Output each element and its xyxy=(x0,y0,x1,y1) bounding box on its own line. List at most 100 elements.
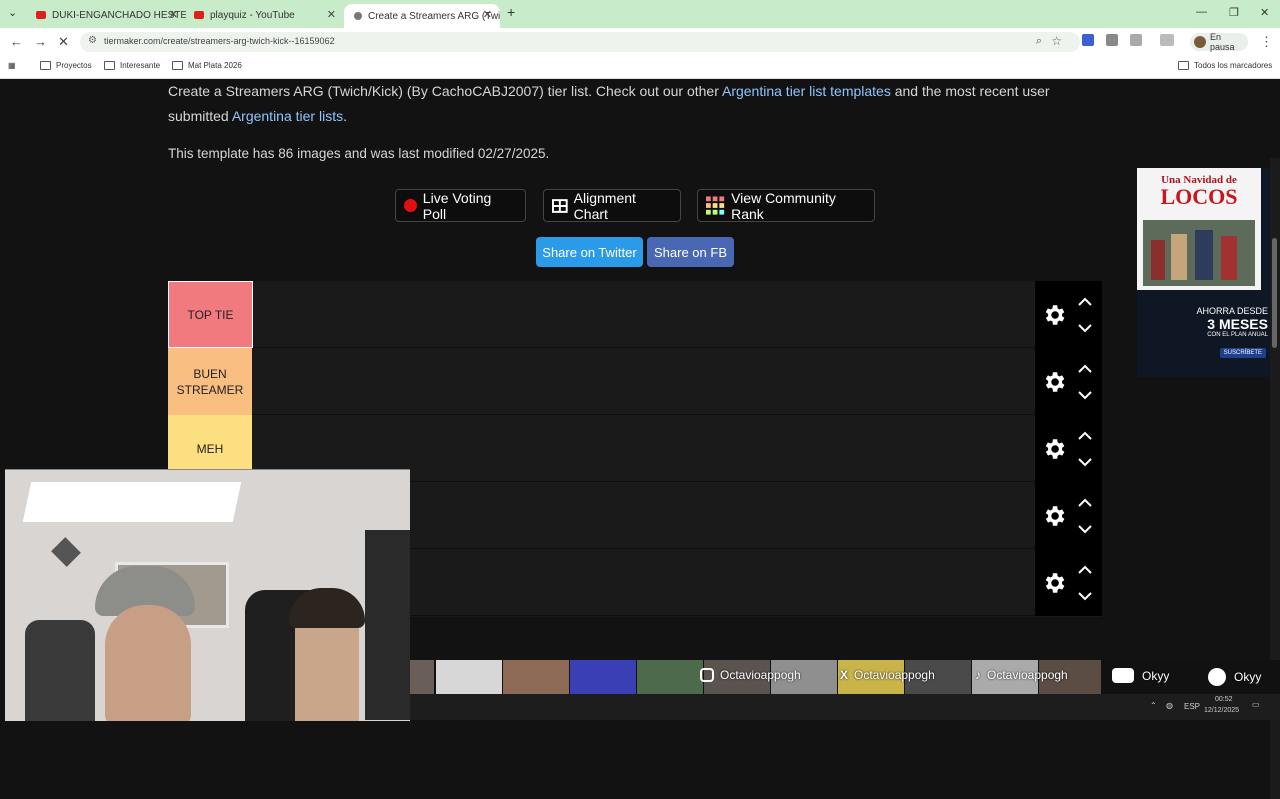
menu-icon[interactable]: ⋮ xyxy=(1260,34,1273,50)
all-bookmarks[interactable]: Todos los marcadores xyxy=(1178,61,1272,70)
back-icon[interactable]: ← xyxy=(10,34,23,49)
share-facebook-button[interactable]: Share on FB xyxy=(647,237,734,267)
gear-icon[interactable] xyxy=(1041,436,1067,462)
gear-icon[interactable] xyxy=(1041,369,1067,395)
alignment-chart-button[interactable]: Alignment Chart xyxy=(543,189,681,222)
advertisement[interactable]: Una Navidad de LOCOS AHORRA DESDE 3 MESE… xyxy=(1137,168,1270,377)
gear-icon[interactable] xyxy=(1041,302,1067,328)
close-tab-icon[interactable]: ✕ xyxy=(483,8,492,21)
chevron-down-icon[interactable] xyxy=(1077,323,1093,333)
tier-label[interactable]: TOP TIE xyxy=(168,281,253,348)
social-handle: Okyy xyxy=(1142,668,1170,683)
language-indicator[interactable]: ESP xyxy=(1184,702,1200,711)
ad-cta-button[interactable]: SUSCRÍBETE xyxy=(1219,348,1266,358)
spotify-icon xyxy=(1208,668,1226,686)
button-label: Share on Twitter xyxy=(542,244,637,260)
chevron-up-icon[interactable] xyxy=(1077,364,1093,374)
profile-button[interactable]: En pausa xyxy=(1190,32,1248,52)
gear-icon[interactable] xyxy=(1041,570,1067,596)
bookmark-proyectos[interactable]: Proyectos xyxy=(40,61,92,70)
social-handle: Octavioappogh xyxy=(854,668,935,682)
minimize-icon[interactable]: — xyxy=(1196,6,1207,18)
avatar xyxy=(1194,36,1206,48)
scrollbar-thumb[interactable] xyxy=(1272,238,1277,348)
youtube-icon xyxy=(36,11,46,19)
chevron-up-icon[interactable] xyxy=(1077,431,1093,441)
description-text: . xyxy=(343,108,347,124)
instagram-handle: Octavioappogh xyxy=(700,668,801,682)
tab-search-icon[interactable]: ⌄ xyxy=(8,6,17,19)
chevron-up-icon[interactable] xyxy=(1077,297,1093,307)
streamer-thumbnail[interactable] xyxy=(503,660,569,694)
streamer-thumbnail[interactable] xyxy=(436,660,502,694)
tiktok-icon: ♪ xyxy=(975,668,981,682)
extension-icon[interactable] xyxy=(1082,34,1094,46)
instagram-icon xyxy=(700,668,714,682)
gear-icon[interactable] xyxy=(1041,503,1067,529)
tier-controls xyxy=(1035,281,1102,348)
button-label: View Community Rank xyxy=(731,189,836,222)
tiktok-handle: ♪ Octavioappogh xyxy=(975,668,1068,682)
chevron-up-icon[interactable] xyxy=(1077,565,1093,575)
chevron-down-icon[interactable] xyxy=(1077,457,1093,467)
stop-icon[interactable]: ✕ xyxy=(58,34,69,50)
tier-controls xyxy=(1035,415,1102,482)
forward-icon[interactable]: → xyxy=(34,34,47,49)
tier-label[interactable]: BUEN STREAMER xyxy=(168,348,252,415)
close-tab-icon[interactable]: ✕ xyxy=(327,8,336,21)
downloads-icon[interactable] xyxy=(1160,34,1174,46)
argentina-tier-lists-link[interactable]: Argentina tier lists xyxy=(232,108,343,124)
clock-time[interactable]: 00:52 xyxy=(1215,696,1233,703)
tier-row[interactable]: BUEN STREAMER xyxy=(168,348,1102,415)
bookmark-interesante[interactable]: Interesante xyxy=(104,61,160,70)
bookmark-label: Proyectos xyxy=(56,61,92,70)
streamer-thumbnail[interactable] xyxy=(570,660,636,694)
network-icon[interactable]: ◍ xyxy=(1166,701,1173,710)
webcam-feed xyxy=(5,469,410,721)
share-twitter-button[interactable]: Share on Twitter xyxy=(536,237,643,267)
profile-label: En pausa xyxy=(1210,32,1235,52)
live-voting-poll-button[interactable]: Live Voting Poll xyxy=(395,189,526,222)
streamer-thumbnail[interactable] xyxy=(410,660,434,694)
button-label: Live Voting Poll xyxy=(422,189,492,222)
address-bar[interactable]: ⚙ tiermaker.com/create/streamers-arg-twi… xyxy=(80,32,1080,52)
ad-promo: AHORRA DESDE 3 MESES CON EL PLAN ANUAL xyxy=(1196,306,1268,338)
spotify-handle: Okyy xyxy=(1208,668,1261,686)
maximize-icon[interactable]: ❐ xyxy=(1229,6,1239,19)
argentina-templates-link[interactable]: Argentina tier list templates xyxy=(722,83,891,99)
clock-date[interactable]: 12/12/2025 xyxy=(1204,707,1239,714)
extension-icon[interactable] xyxy=(1106,34,1118,46)
streamer-thumbnail[interactable] xyxy=(637,660,703,694)
address-toolbar: ← → ✕ ⚙ tiermaker.com/create/streamers-a… xyxy=(0,28,1280,56)
extensions-puzzle-icon[interactable] xyxy=(1130,34,1142,46)
chevron-down-icon[interactable] xyxy=(1077,524,1093,534)
tier-row[interactable]: TOP TIE xyxy=(168,281,1102,348)
color-grid-icon xyxy=(706,195,725,215)
chevron-down-icon[interactable] xyxy=(1077,591,1093,601)
button-label: Alignment Chart xyxy=(573,189,636,222)
tab-duki[interactable]: DUKI-ENGANCHADO HESTERO ✕ xyxy=(26,4,186,26)
tab-strip: ⌄ DUKI-ENGANCHADO HESTERO ✕ playquiz - Y… xyxy=(0,0,1280,28)
youtube-icon xyxy=(194,11,204,19)
tab-tiermaker[interactable]: Create a Streamers ARG (Twich/ ✕ xyxy=(344,4,500,28)
zoom-icon[interactable]: ⌕ xyxy=(1036,35,1042,48)
bookmark-star-icon[interactable]: ☆ xyxy=(1051,34,1062,48)
bookmark-label: Mat Plata 2026 xyxy=(188,61,242,70)
notifications-icon[interactable]: ▭ xyxy=(1252,700,1260,709)
chevron-up-icon[interactable] xyxy=(1077,498,1093,508)
social-handle: Octavioappogh xyxy=(720,668,801,682)
apps-icon[interactable]: ▦ xyxy=(8,61,16,70)
chevron-down-icon[interactable] xyxy=(1077,390,1093,400)
social-handle: Octavioappogh xyxy=(987,668,1068,682)
view-community-rank-button[interactable]: View Community Rank xyxy=(697,189,875,222)
site-info-icon[interactable]: ⚙ xyxy=(88,35,97,46)
close-window-icon[interactable]: ✕ xyxy=(1260,6,1269,19)
tab-playquiz[interactable]: playquiz - YouTube ✕ xyxy=(184,4,344,26)
close-tab-icon[interactable]: ✕ xyxy=(169,8,178,21)
tray-chevron-icon[interactable]: ⌃ xyxy=(1150,701,1157,710)
social-handle: Okyy xyxy=(1234,670,1262,684)
url-text: tiermaker.com/create/streamers-arg-twich… xyxy=(104,36,335,46)
bookmark-mat-plata[interactable]: Mat Plata 2026 xyxy=(172,61,242,70)
tab-title: DUKI-ENGANCHADO HESTERO xyxy=(52,9,186,21)
new-tab-icon[interactable]: + xyxy=(507,4,515,20)
